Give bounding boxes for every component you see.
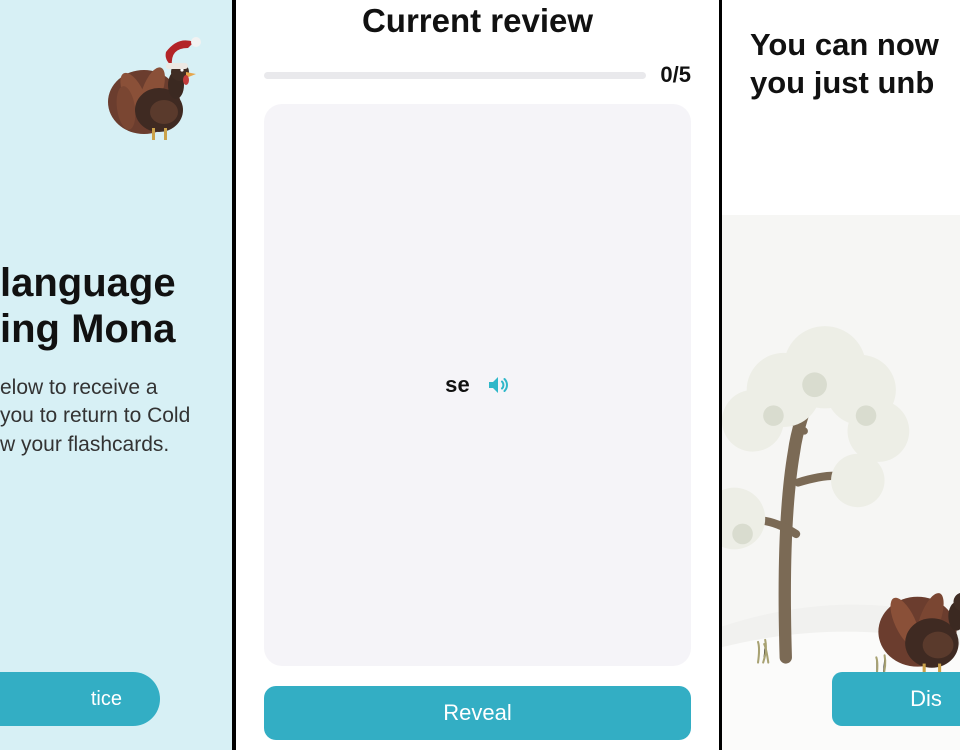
- intro-panel: language ing Mona elow to receive a you …: [0, 0, 235, 750]
- intro-body: elow to receive a you to return to Cold …: [0, 374, 232, 459]
- sound-icon[interactable]: [486, 373, 510, 397]
- progress-bar: 0/5: [264, 62, 691, 88]
- intro-title: language ing Mona: [0, 260, 232, 352]
- dismiss-panel: You can now you just unb: [722, 0, 960, 750]
- dismiss-button[interactable]: Dis: [832, 672, 960, 726]
- flashcard[interactable]: se: [264, 104, 691, 666]
- winter-illustration: [722, 215, 960, 750]
- flashcard-word: se: [445, 372, 470, 398]
- turkey-icon: [104, 30, 214, 150]
- intro-title-line1: language: [0, 261, 176, 305]
- reveal-button-label: Reveal: [443, 700, 511, 726]
- progress-count: 0/5: [660, 62, 691, 88]
- reveal-button[interactable]: Reveal: [264, 686, 691, 740]
- practice-button-label: tice: [91, 688, 122, 711]
- review-title: Current review: [362, 2, 593, 40]
- intro-title-line2: ing Mona: [0, 307, 176, 351]
- review-panel: Current review 0/5 se Reveal: [235, 0, 722, 750]
- dismiss-button-label: Dis: [910, 686, 942, 712]
- progress-track: [264, 72, 646, 79]
- dismiss-title: You can now you just unb: [750, 26, 960, 102]
- practice-button[interactable]: tice: [0, 672, 160, 726]
